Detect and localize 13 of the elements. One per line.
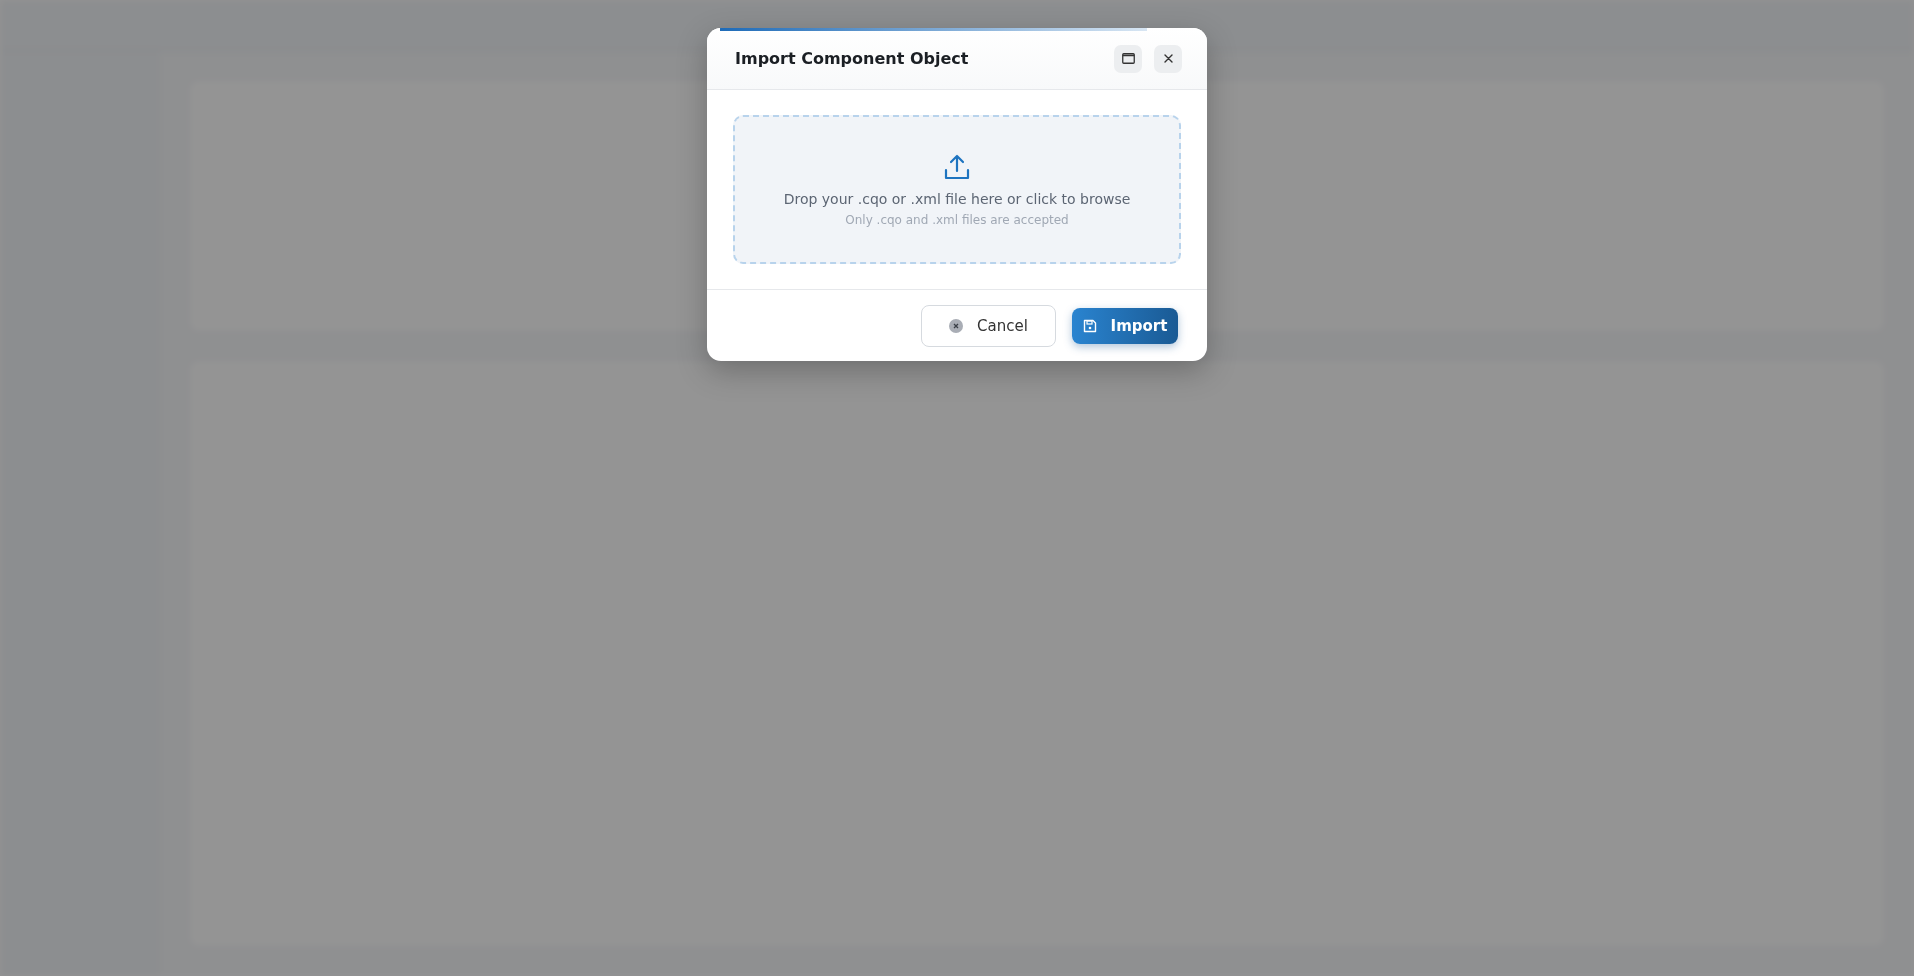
maximize-icon <box>1121 53 1135 64</box>
upload-icon <box>943 152 971 181</box>
cancel-circle-icon <box>949 318 964 333</box>
dialog-title: Import Component Object <box>735 49 969 68</box>
close-button[interactable] <box>1154 44 1182 73</box>
save-icon <box>1082 318 1097 333</box>
dropzone-prompt: Drop your .cqo or .xml file here or click to browse <box>783 190 1131 207</box>
maximize-button[interactable] <box>1114 44 1142 73</box>
file-dropzone[interactable]: Drop your .cqo or .xml file here or click to browse Only .cqo and .xml files are accepted <box>733 115 1181 264</box>
close-icon <box>1163 54 1173 63</box>
import-button[interactable]: Import <box>1072 307 1178 344</box>
dropzone-hint: Only .cqo and .xml files are accepted <box>845 212 1069 227</box>
cancel-button[interactable]: Cancel <box>921 304 1056 347</box>
